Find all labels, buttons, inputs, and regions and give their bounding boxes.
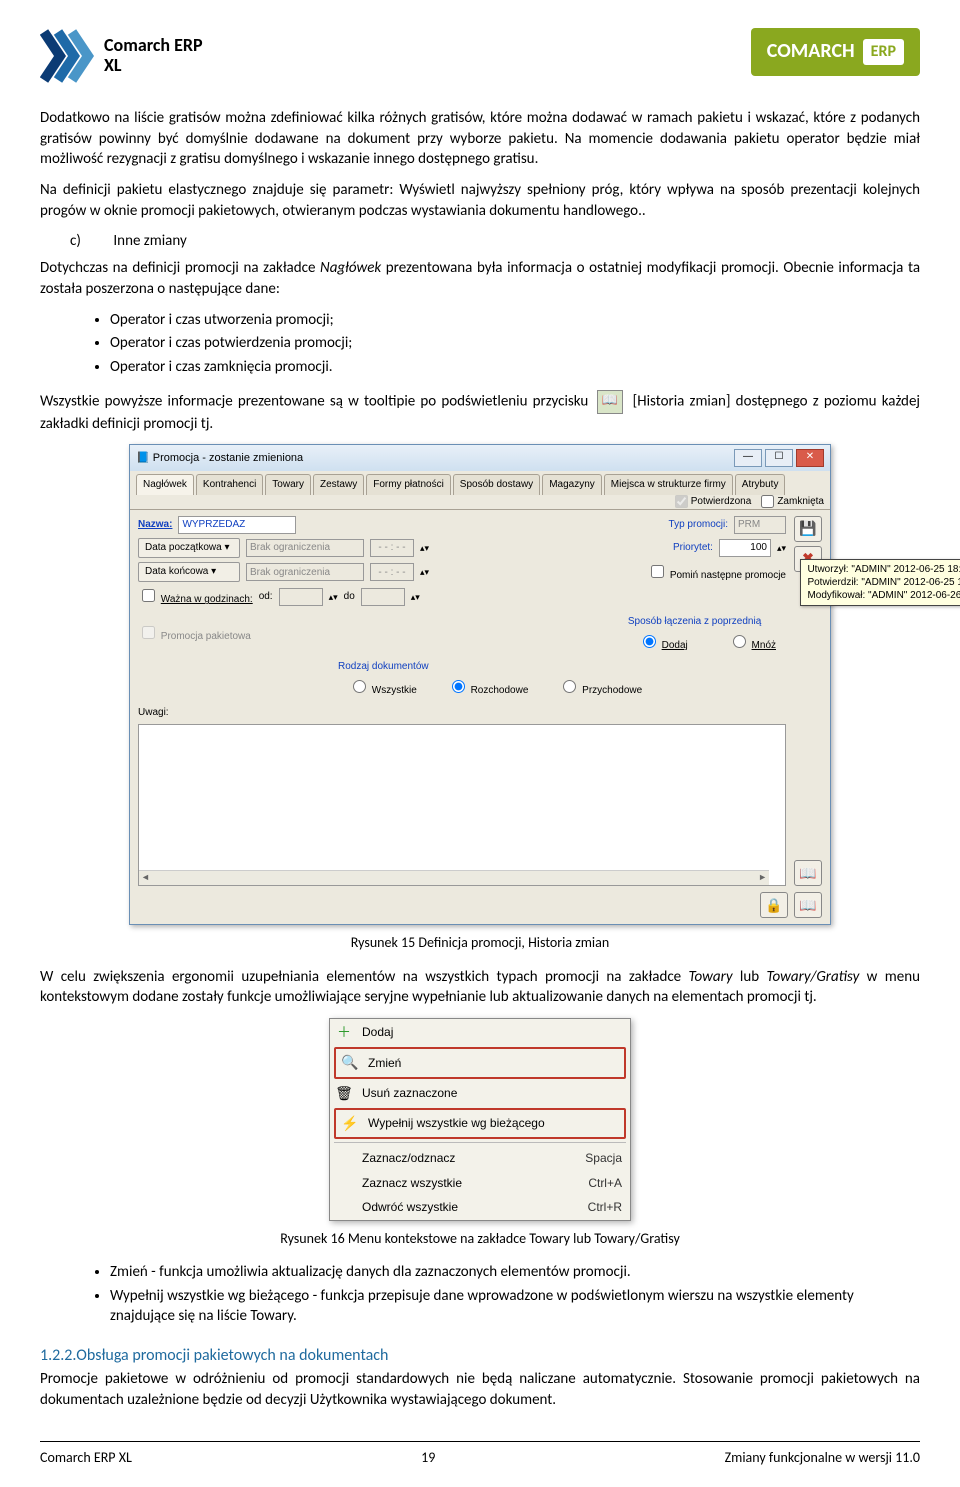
heading-1-2-2: 1.2.2.Obsługa promocji pakietowych na do… xyxy=(40,1345,920,1367)
figure-16-screenshot: ＋Dodaj 🔍Zmień 🗑Usuń zaznaczone ⚡Wypełnij… xyxy=(40,1018,920,1221)
label-priorytet: Priorytet: xyxy=(673,541,713,555)
paragraph-6: Promocje pakietowe w odróżnieniu od prom… xyxy=(40,1369,920,1410)
menu-item-zaznacz-wszystkie[interactable]: Zaznacz wszystkieCtrl+A xyxy=(330,1171,630,1196)
bullet-list-2: Zmień - funkcja umożliwia aktualizację d… xyxy=(110,1262,920,1327)
list-item: Wypełnij wszystkie wg bieżącego - funkcj… xyxy=(110,1286,920,1327)
label-typ-promocji: Typ promocji: xyxy=(669,518,728,532)
paragraph-2: Na definicji pakietu elastycznego znajdu… xyxy=(40,180,920,221)
label-nazwa: Nazwa: xyxy=(138,518,172,532)
field-typ-promocji xyxy=(734,516,786,534)
label-sposob-laczenia: Sposób łączenia z poprzednią xyxy=(628,615,786,629)
btn-data-poczatkowa[interactable]: Data początkowa ▾ xyxy=(138,538,240,558)
tab-magazyny[interactable]: Magazyny xyxy=(542,474,602,495)
radio-rozchodowe[interactable]: Rozchodowe xyxy=(447,677,529,698)
footer-left: Comarch ERP XL xyxy=(40,1448,132,1467)
label-uwagi: Uwagi: xyxy=(138,706,786,720)
paragraph-4: Wszystkie powyższe informacje prezentowa… xyxy=(40,390,920,435)
close-button[interactable]: ✕ xyxy=(796,449,824,467)
radio-wszystkie[interactable]: Wszystkie xyxy=(348,677,417,698)
comarch-chevron-icon xyxy=(40,28,96,84)
input-nazwa[interactable] xyxy=(178,516,296,534)
tab-zestawy[interactable]: Zestawy xyxy=(313,474,364,495)
tab-kontrahenci[interactable]: Kontrahenci xyxy=(196,474,263,495)
page-header: Comarch ERP XL COMARCH ERP xyxy=(40,28,920,84)
lightning-icon: ⚡ xyxy=(340,1114,360,1133)
trash-icon: 🗑 xyxy=(334,1084,354,1103)
plus-icon: ＋ xyxy=(334,1023,354,1042)
label-rodzaj-dokumentow: Rodzaj dokumentów xyxy=(338,660,786,674)
footer-page-number: 19 xyxy=(421,1448,435,1467)
menu-item-usun[interactable]: 🗑Usuń zaznaczone xyxy=(330,1080,630,1107)
list-item: Operator i czas utworzenia promocji; xyxy=(110,310,920,331)
paragraph-1: Dodatkowo na liście gratisów można zdefi… xyxy=(40,108,920,170)
radio-dodaj[interactable]: Dodaj xyxy=(638,632,688,653)
menu-item-odwroc-wszystkie[interactable]: Odwróć wszystkieCtrl+R xyxy=(330,1195,630,1220)
tab-naglowek[interactable]: Nagłówek xyxy=(136,474,194,495)
tab-miejsca[interactable]: Miejsca w strukturze firmy xyxy=(604,474,733,495)
subsection-c-heading: c) Inne zmiany xyxy=(70,231,920,252)
tab-towary[interactable]: Towary xyxy=(265,474,311,495)
chk-potwierdzona[interactable]: Potwierdzona xyxy=(675,495,752,509)
uwagi-textarea[interactable] xyxy=(138,724,786,886)
tab-strip: Nagłówek Kontrahenci Towary Zestawy Form… xyxy=(130,471,830,510)
field-data-poczatkowa xyxy=(246,539,364,557)
paragraph-5: W celu zwiększenia ergonomii uzupełniani… xyxy=(40,967,920,1008)
list-item: Zmień - funkcja umożliwia aktualizację d… xyxy=(110,1262,920,1283)
figure-16-caption: Rysunek 16 Menu kontekstowe na zakładce … xyxy=(40,1229,920,1248)
context-menu: ＋Dodaj 🔍Zmień 🗑Usuń zaznaczone ⚡Wypełnij… xyxy=(329,1018,631,1221)
footer-right: Zmiany funkcjonalne w wersji 11.0 xyxy=(725,1448,920,1467)
product-name: Comarch ERP XL xyxy=(104,36,203,76)
window-titlebar: 📘 Promocja - zostanie zmieniona — ☐ ✕ xyxy=(130,445,830,471)
comarch-erp-badge: COMARCH ERP xyxy=(751,28,920,76)
maximize-button[interactable]: ☐ xyxy=(765,449,793,467)
lock-button[interactable]: 🔒 xyxy=(760,892,788,918)
radio-mnoz[interactable]: Mnóż xyxy=(728,632,776,653)
promocja-window: 📘 Promocja - zostanie zmieniona — ☐ ✕ Na… xyxy=(129,444,831,925)
horizontal-scrollbar[interactable] xyxy=(139,870,769,885)
chk-zamknieta[interactable]: Zamknięta xyxy=(761,495,824,509)
bullet-list-1: Operator i czas utworzenia promocji; Ope… xyxy=(110,310,920,378)
save-button[interactable]: 💾 xyxy=(794,516,822,542)
history-button[interactable]: 📖 xyxy=(794,860,822,886)
list-item: Operator i czas zamknięcia promocji. xyxy=(110,357,920,378)
paragraph-3: Dotychczas na definicji promocji na zakł… xyxy=(40,258,920,299)
chk-promocja-pakietowa: Promocja pakietowa xyxy=(138,623,251,644)
window-title: 📘 Promocja - zostanie zmieniona xyxy=(136,451,303,466)
chk-wazna-w-godzinach[interactable]: Ważna w godzinach: xyxy=(138,586,253,607)
logo-left: Comarch ERP XL xyxy=(40,28,203,84)
menu-item-zaznacz-odznacz[interactable]: Zaznacz/odznaczSpacja xyxy=(330,1146,630,1171)
history-tooltip: Utworzył: "ADMIN" 2012-06-25 18:16:29 Po… xyxy=(800,559,960,606)
menu-item-dodaj[interactable]: ＋Dodaj xyxy=(330,1019,630,1046)
menu-separator xyxy=(334,1142,626,1143)
menu-item-wypelnij[interactable]: ⚡Wypełnij wszystkie wg bieżącego xyxy=(334,1108,626,1139)
menu-item-zmien[interactable]: 🔍Zmień xyxy=(334,1047,626,1078)
figure-15-caption: Rysunek 15 Definicja promocji, Historia … xyxy=(40,933,920,952)
magnifier-icon: 🔍 xyxy=(340,1053,360,1072)
field-data-koncowa xyxy=(246,563,364,581)
radio-przychodowe[interactable]: Przychodowe xyxy=(558,677,642,698)
tab-sposob-dostawy[interactable]: Sposób dostawy xyxy=(453,474,540,495)
tab-atrybuty[interactable]: Atrybuty xyxy=(735,474,786,495)
history-button-bottom[interactable]: 📖 xyxy=(794,892,822,918)
minimize-button[interactable]: — xyxy=(734,449,762,467)
list-item: Operator i czas potwierdzenia promocji; xyxy=(110,333,920,354)
field-do xyxy=(361,588,405,606)
chk-pomin-nastepne[interactable]: Pomiń następne promocje xyxy=(647,562,786,583)
history-book-icon xyxy=(597,390,623,414)
page-footer: Comarch ERP XL 19 Zmiany funkcjonalne w … xyxy=(40,1441,920,1467)
input-priorytet[interactable] xyxy=(719,539,771,557)
field-od xyxy=(279,588,323,606)
tab-formy-platnosci[interactable]: Formy płatności xyxy=(366,474,451,495)
field-time-start xyxy=(370,539,414,557)
btn-data-koncowa[interactable]: Data końcowa ▾ xyxy=(138,562,240,582)
figure-15-screenshot: 📘 Promocja - zostanie zmieniona — ☐ ✕ Na… xyxy=(40,444,920,925)
field-time-end xyxy=(370,563,414,581)
